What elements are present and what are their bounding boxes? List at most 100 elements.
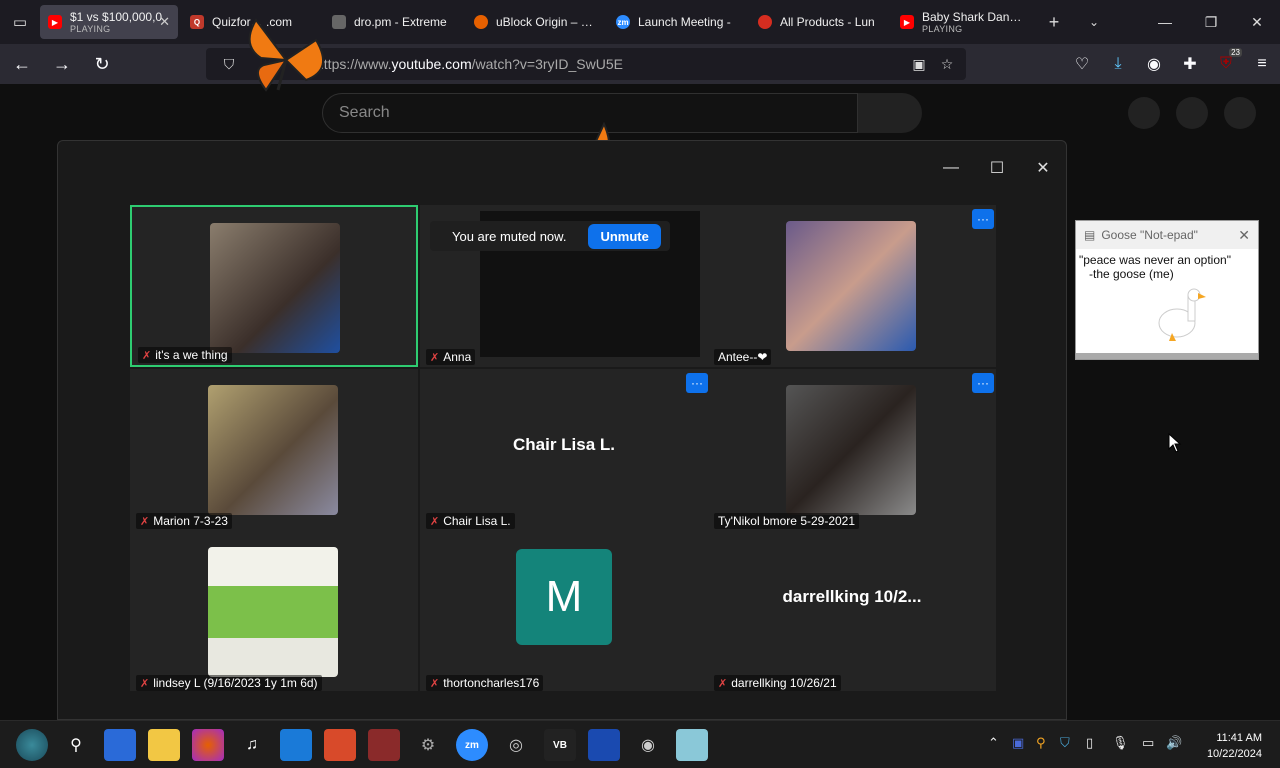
participant-tile[interactable]: Chair Lisa L. ··· ✗ Chair Lisa L. bbox=[420, 369, 708, 531]
defender-icon[interactable]: ⛉ bbox=[1060, 735, 1070, 751]
zoom-icon: zm bbox=[616, 15, 630, 29]
usb-icon[interactable]: ▯ bbox=[1086, 735, 1093, 751]
participant-tile[interactable]: ✗ it's a we thing bbox=[130, 205, 418, 367]
minimize-icon[interactable]: — bbox=[928, 155, 974, 181]
tab-4[interactable]: zm Launch Meeting - bbox=[608, 5, 746, 39]
itunes-icon[interactable]: ♫ bbox=[236, 729, 268, 761]
participant-name-text: Anna bbox=[443, 350, 472, 364]
notepad-body[interactable]: "peace was never an option" -the goose (… bbox=[1076, 249, 1258, 353]
tab-playing: PLAYING bbox=[922, 24, 963, 34]
file-explorer-icon[interactable] bbox=[148, 729, 180, 761]
maximize-icon[interactable]: ☐ bbox=[974, 155, 1020, 181]
participant-name-text: Antee--❤ bbox=[718, 350, 768, 364]
back-icon[interactable]: ← bbox=[4, 46, 40, 82]
app-icon[interactable] bbox=[588, 729, 620, 761]
app-icon[interactable] bbox=[324, 729, 356, 761]
search-tray-icon[interactable]: ⚲ bbox=[1036, 735, 1046, 751]
vb-audio-icon[interactable]: VB bbox=[544, 729, 576, 761]
youtube-create-icon[interactable] bbox=[1128, 97, 1160, 129]
participant-name: ✗ Chair Lisa L. bbox=[426, 513, 515, 529]
tab-2[interactable]: dro.pm - Extreme bbox=[324, 5, 462, 39]
tab-title: uBlock Origin – Ge bbox=[496, 15, 596, 29]
close-window-icon[interactable]: ✕ bbox=[1020, 155, 1066, 181]
task-view-icon[interactable] bbox=[104, 729, 136, 761]
settings-gear-icon[interactable]: ⚙ bbox=[412, 729, 444, 761]
participant-tile[interactable]: darrellking 10/2... ✗ darrellking 10/26/2… bbox=[708, 531, 996, 693]
download-icon[interactable]: ⤓ bbox=[1100, 46, 1136, 82]
unmute-button[interactable]: Unmute bbox=[588, 223, 661, 249]
youtube-search-button[interactable] bbox=[858, 93, 922, 133]
firefox-icon[interactable] bbox=[192, 729, 224, 761]
mic-muted-icon: ✗ bbox=[140, 515, 150, 528]
network-icon[interactable]: ▭ bbox=[1142, 735, 1154, 751]
participant-tile[interactable]: ··· Antee--❤ bbox=[708, 205, 996, 367]
tab-6[interactable]: ▶ Baby Shark Dance PLAYING bbox=[892, 5, 1030, 39]
notepad-line: -the goose (me) bbox=[1089, 267, 1174, 281]
bookmark-star-icon[interactable]: ☆ bbox=[936, 56, 958, 73]
url-text: https://www.youtube.com/watch?v=3ryID_Sw… bbox=[316, 56, 623, 72]
participant-name-text: lindsey L (9/16/2023 1y 1m 6d) bbox=[153, 676, 318, 690]
participant-name: ✗ Marion 7-3-23 bbox=[136, 513, 232, 529]
steam-icon[interactable]: ◎ bbox=[500, 729, 532, 761]
url-path: /watch?v=3ryID_SwU5E bbox=[471, 56, 623, 72]
mic-muted-icon: ✗ bbox=[430, 677, 440, 690]
clock-time: 11:41 AM bbox=[1216, 732, 1262, 744]
mouse-cursor-icon bbox=[1168, 433, 1182, 453]
menu-icon[interactable]: ≡ bbox=[1244, 46, 1280, 82]
extensions-icon[interactable]: ✚ bbox=[1172, 46, 1208, 82]
participant-photo bbox=[210, 223, 340, 353]
youtube-avatar[interactable] bbox=[1224, 97, 1256, 129]
obs-icon[interactable]: ◉ bbox=[632, 729, 664, 761]
tab-0[interactable]: ▶ $1 vs $100,000,0 PLAYING ✕ bbox=[40, 5, 178, 39]
close-icon[interactable]: ✕ bbox=[1238, 227, 1250, 244]
chevron-down-icon[interactable]: ⌄ bbox=[1074, 0, 1114, 44]
notepad-line: "peace was never an option" bbox=[1079, 253, 1231, 267]
teams-icon[interactable]: ▣ bbox=[1012, 735, 1024, 751]
youtube-notifications-icon[interactable] bbox=[1176, 97, 1208, 129]
ublock-icon[interactable]: ⛨ 23 bbox=[1208, 46, 1244, 82]
reload-icon[interactable]: ↻ bbox=[84, 46, 120, 82]
participant-tile[interactable]: ✗ lindsey L (9/16/2023 1y 1m 6d) bbox=[130, 531, 418, 693]
search-icon[interactable]: ⚲ bbox=[60, 729, 92, 761]
account-icon[interactable]: ◉ bbox=[1136, 46, 1172, 82]
participant-name-text: Marion 7-3-23 bbox=[153, 514, 228, 528]
butterfly-icon bbox=[248, 18, 325, 92]
pocket-icon[interactable]: ♡ bbox=[1064, 46, 1100, 82]
new-tab-icon[interactable]: + bbox=[1034, 0, 1074, 44]
minimize-icon[interactable]: — bbox=[1142, 0, 1188, 44]
microphone-icon[interactable]: 🎙 bbox=[1112, 735, 1129, 751]
more-options-button[interactable]: ··· bbox=[972, 209, 994, 229]
goose-notepad-window: ▤ Goose "Not-epad" ✕ "peace was never an … bbox=[1075, 220, 1259, 360]
restore-icon[interactable]: ❐ bbox=[1188, 0, 1234, 44]
tab-title: All Products - Lun bbox=[780, 15, 875, 29]
participant-name-text: Ty'Nikol bmore 5-29-2021 bbox=[718, 514, 856, 528]
winrar-icon[interactable] bbox=[368, 729, 400, 761]
participant-avatar: M bbox=[516, 549, 612, 645]
tab-3[interactable]: uBlock Origin – Ge bbox=[466, 5, 604, 39]
tab-5[interactable]: All Products - Lun bbox=[750, 5, 888, 39]
tab-overview-icon[interactable]: ▭ bbox=[0, 0, 40, 44]
participant-tile[interactable]: ··· Ty'Nikol bmore 5-29-2021 bbox=[708, 369, 996, 531]
toolbar-right: ♡ ⤓ ◉ ✚ ⛨ 23 ≡ bbox=[1064, 44, 1280, 84]
close-window-icon[interactable]: ✕ bbox=[1234, 0, 1280, 44]
zoom-icon[interactable]: zm bbox=[456, 729, 488, 761]
participant-name: Antee--❤ bbox=[714, 349, 772, 365]
ms-store-icon[interactable] bbox=[280, 729, 312, 761]
browser-nav-bar: ← → ↻ ⛉ https://www.youtube.com/watch?v=… bbox=[0, 44, 1280, 84]
close-tab-icon[interactable]: ✕ bbox=[159, 14, 170, 30]
speaker-icon[interactable]: 🔊 bbox=[1166, 735, 1182, 751]
participant-photo bbox=[208, 385, 338, 515]
more-options-button[interactable]: ··· bbox=[972, 373, 994, 393]
clock[interactable]: 11:41 AM 10/22/2024 bbox=[1207, 730, 1262, 762]
notepad-app-icon[interactable] bbox=[676, 729, 708, 761]
picture-in-picture-icon[interactable]: ▣ bbox=[908, 56, 930, 73]
notepad-title: Goose "Not-epad" bbox=[1101, 228, 1198, 242]
start-globe-icon[interactable] bbox=[16, 729, 48, 761]
more-options-button[interactable]: ··· bbox=[686, 373, 708, 393]
participant-tile[interactable]: M ✗ thortoncharles176 bbox=[420, 531, 708, 693]
notepad-footer bbox=[1076, 353, 1258, 359]
chevron-up-icon[interactable]: ⌃ bbox=[988, 735, 999, 751]
participant-tile[interactable]: ✗ Marion 7-3-23 bbox=[130, 369, 418, 531]
forward-icon[interactable]: → bbox=[44, 46, 80, 82]
participant-name: ✗ it's a we thing bbox=[138, 347, 232, 363]
